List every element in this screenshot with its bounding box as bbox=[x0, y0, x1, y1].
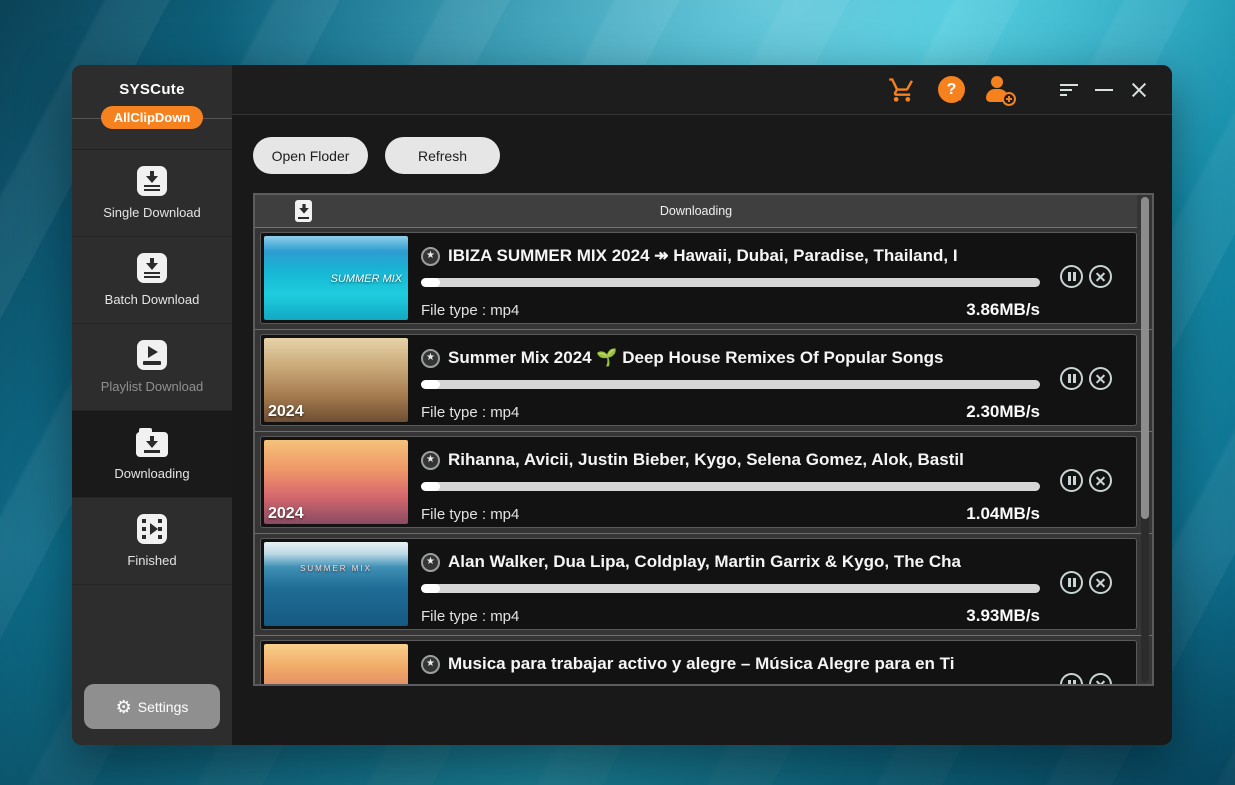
thumbnail-caption: 2024 bbox=[268, 403, 304, 421]
titlebar-action-icons: ? bbox=[887, 76, 1014, 104]
toolbar: Open Floder Refresh bbox=[253, 137, 1154, 174]
question-mark: ? bbox=[947, 81, 957, 99]
sidebar-item-batch-download[interactable]: Batch Download bbox=[72, 237, 232, 324]
list-header: Downloading bbox=[255, 195, 1137, 228]
pause-button[interactable] bbox=[1060, 571, 1083, 594]
download-speed: 3.86MB/s bbox=[966, 300, 1040, 320]
help-icon[interactable]: ? bbox=[938, 76, 965, 103]
file-type-label: File type : mp4 bbox=[421, 302, 519, 319]
row-details: ★ IBIZA SUMMER MIX 2024 ↠ Hawaii, Dubai,… bbox=[408, 236, 1040, 320]
minimize-icon[interactable] bbox=[1095, 89, 1113, 91]
star-badge-icon: ★ bbox=[421, 247, 440, 266]
video-title: Summer Mix 2024 🌱 Deep House Remixes Of … bbox=[448, 348, 943, 368]
scrollbar-track bbox=[1141, 197, 1149, 682]
brand-badge-row: AllClipDown bbox=[72, 106, 232, 129]
close-icon[interactable] bbox=[1130, 81, 1148, 99]
video-thumbnail: SUMMER MIX bbox=[264, 236, 408, 320]
sidebar-item-label: Finished bbox=[127, 553, 176, 568]
cancel-button[interactable] bbox=[1089, 265, 1112, 288]
list-header-label: Downloading bbox=[255, 204, 1137, 218]
star-badge-icon: ★ bbox=[421, 349, 440, 368]
pause-button[interactable] bbox=[1060, 673, 1083, 686]
folder-download-icon bbox=[136, 432, 168, 457]
download-speed: 3.93MB/s bbox=[966, 606, 1040, 626]
pause-button[interactable] bbox=[1060, 367, 1083, 390]
box-download-icon bbox=[137, 253, 167, 283]
progress-bar bbox=[421, 482, 1040, 491]
progress-bar bbox=[421, 380, 1040, 389]
video-title: Alan Walker, Dua Lipa, Coldplay, Martin … bbox=[448, 552, 961, 572]
scrollbar-thumb[interactable] bbox=[1141, 197, 1149, 519]
settings-label: Settings bbox=[138, 699, 189, 715]
add-user-icon[interactable] bbox=[986, 76, 1014, 104]
sidebar-item-label: Batch Download bbox=[105, 292, 200, 307]
main-panel: ? Open Floder Refresh bbox=[232, 65, 1172, 745]
download-speed: 2.30MB/s bbox=[966, 402, 1040, 422]
star-badge-icon: ★ bbox=[421, 655, 440, 674]
brand-title: SYSCute bbox=[72, 65, 232, 98]
row-details: ★ Musica para trabajar activo y alegre –… bbox=[408, 644, 1040, 686]
download-row: SUMMER MIX ★ Alan Walker, Dua Lipa, Cold… bbox=[260, 538, 1137, 630]
video-title: Musica para trabajar activo y alegre – M… bbox=[448, 654, 954, 674]
titlebar: ? bbox=[232, 65, 1172, 115]
row-details: ★ Alan Walker, Dua Lipa, Coldplay, Marti… bbox=[408, 542, 1040, 626]
refresh-button[interactable]: Refresh bbox=[385, 137, 500, 174]
row-details: ★ Summer Mix 2024 🌱 Deep House Remixes O… bbox=[408, 338, 1040, 422]
video-thumbnail: 2024 bbox=[264, 338, 408, 422]
film-play-icon bbox=[137, 514, 167, 544]
file-type-label: File type : mp4 bbox=[421, 506, 519, 523]
sidebar-item-label: Single Download bbox=[103, 205, 201, 220]
download-rows: SUMMER MIX ★ IBIZA SUMMER MIX 2024 ↠ Haw… bbox=[255, 228, 1152, 686]
download-row: 2024 ★ Rihanna, Avicii, Justin Bieber, K… bbox=[260, 436, 1137, 528]
sidebar-header: SYSCute AllClipDown bbox=[72, 65, 232, 150]
file-type-label: File type : mp4 bbox=[421, 608, 519, 625]
star-badge-icon: ★ bbox=[421, 553, 440, 572]
thumbnail-caption: SUMMER MIX bbox=[264, 564, 408, 573]
download-row: SUMMER MIX ★ IBIZA SUMMER MIX 2024 ↠ Haw… bbox=[260, 232, 1137, 324]
cancel-button[interactable] bbox=[1089, 673, 1112, 686]
progress-bar bbox=[421, 278, 1040, 287]
sidebar-item-downloading[interactable]: Downloading bbox=[72, 411, 232, 498]
cancel-button[interactable] bbox=[1089, 571, 1112, 594]
download-row: ★ Musica para trabajar activo y alegre –… bbox=[260, 640, 1137, 686]
video-title: Rihanna, Avicii, Justin Bieber, Kygo, Se… bbox=[448, 450, 964, 470]
window-controls bbox=[1060, 81, 1148, 99]
star-badge-icon: ★ bbox=[421, 451, 440, 470]
row-details: ★ Rihanna, Avicii, Justin Bieber, Kygo, … bbox=[408, 440, 1040, 524]
pause-button[interactable] bbox=[1060, 469, 1083, 492]
sidebar-item-label: Downloading bbox=[114, 466, 189, 481]
video-title: IBIZA SUMMER MIX 2024 ↠ Hawaii, Dubai, P… bbox=[448, 246, 958, 266]
sidebar-item-single-download[interactable]: Single Download bbox=[72, 150, 232, 237]
menu-icon[interactable] bbox=[1060, 84, 1078, 96]
file-type-label: File type : mp4 bbox=[421, 404, 519, 421]
desktop-background: SYSCute AllClipDown Single Download Batc… bbox=[0, 0, 1235, 785]
sidebar-item-label: Playlist Download bbox=[101, 379, 204, 394]
box-download-icon bbox=[137, 166, 167, 196]
app-window: SYSCute AllClipDown Single Download Batc… bbox=[72, 65, 1172, 745]
shopping-cart-icon[interactable] bbox=[887, 76, 917, 104]
sidebar-item-finished[interactable]: Finished bbox=[72, 498, 232, 585]
video-thumbnail: 2024 bbox=[264, 440, 408, 524]
thumbnail-caption: SUMMER MIX bbox=[331, 273, 403, 285]
video-thumbnail: SUMMER MIX bbox=[264, 542, 408, 626]
progress-bar bbox=[421, 584, 1040, 593]
download-row: 2024 ★ Summer Mix 2024 🌱 Deep House Remi… bbox=[260, 334, 1137, 426]
cancel-button[interactable] bbox=[1089, 367, 1112, 390]
pause-button[interactable] bbox=[1060, 265, 1083, 288]
download-speed: 1.04MB/s bbox=[966, 504, 1040, 524]
plus-badge-icon bbox=[1002, 92, 1016, 106]
gear-icon: ⚙ bbox=[116, 698, 132, 716]
sidebar: SYSCute AllClipDown Single Download Batc… bbox=[72, 65, 232, 745]
thumbnail-caption: 2024 bbox=[268, 505, 304, 523]
content-area: Open Floder Refresh Downloading SUMMER M… bbox=[232, 115, 1172, 745]
download-list: Downloading SUMMER MIX ★ IBIZA SUMMER MI… bbox=[253, 193, 1154, 686]
open-folder-button[interactable]: Open Floder bbox=[253, 137, 368, 174]
sidebar-item-playlist-download[interactable]: Playlist Download bbox=[72, 324, 232, 411]
settings-button[interactable]: ⚙ Settings bbox=[84, 684, 220, 729]
brand-badge: AllClipDown bbox=[101, 106, 204, 129]
cancel-button[interactable] bbox=[1089, 469, 1112, 492]
playlist-play-icon bbox=[137, 340, 167, 370]
video-thumbnail bbox=[264, 644, 408, 686]
